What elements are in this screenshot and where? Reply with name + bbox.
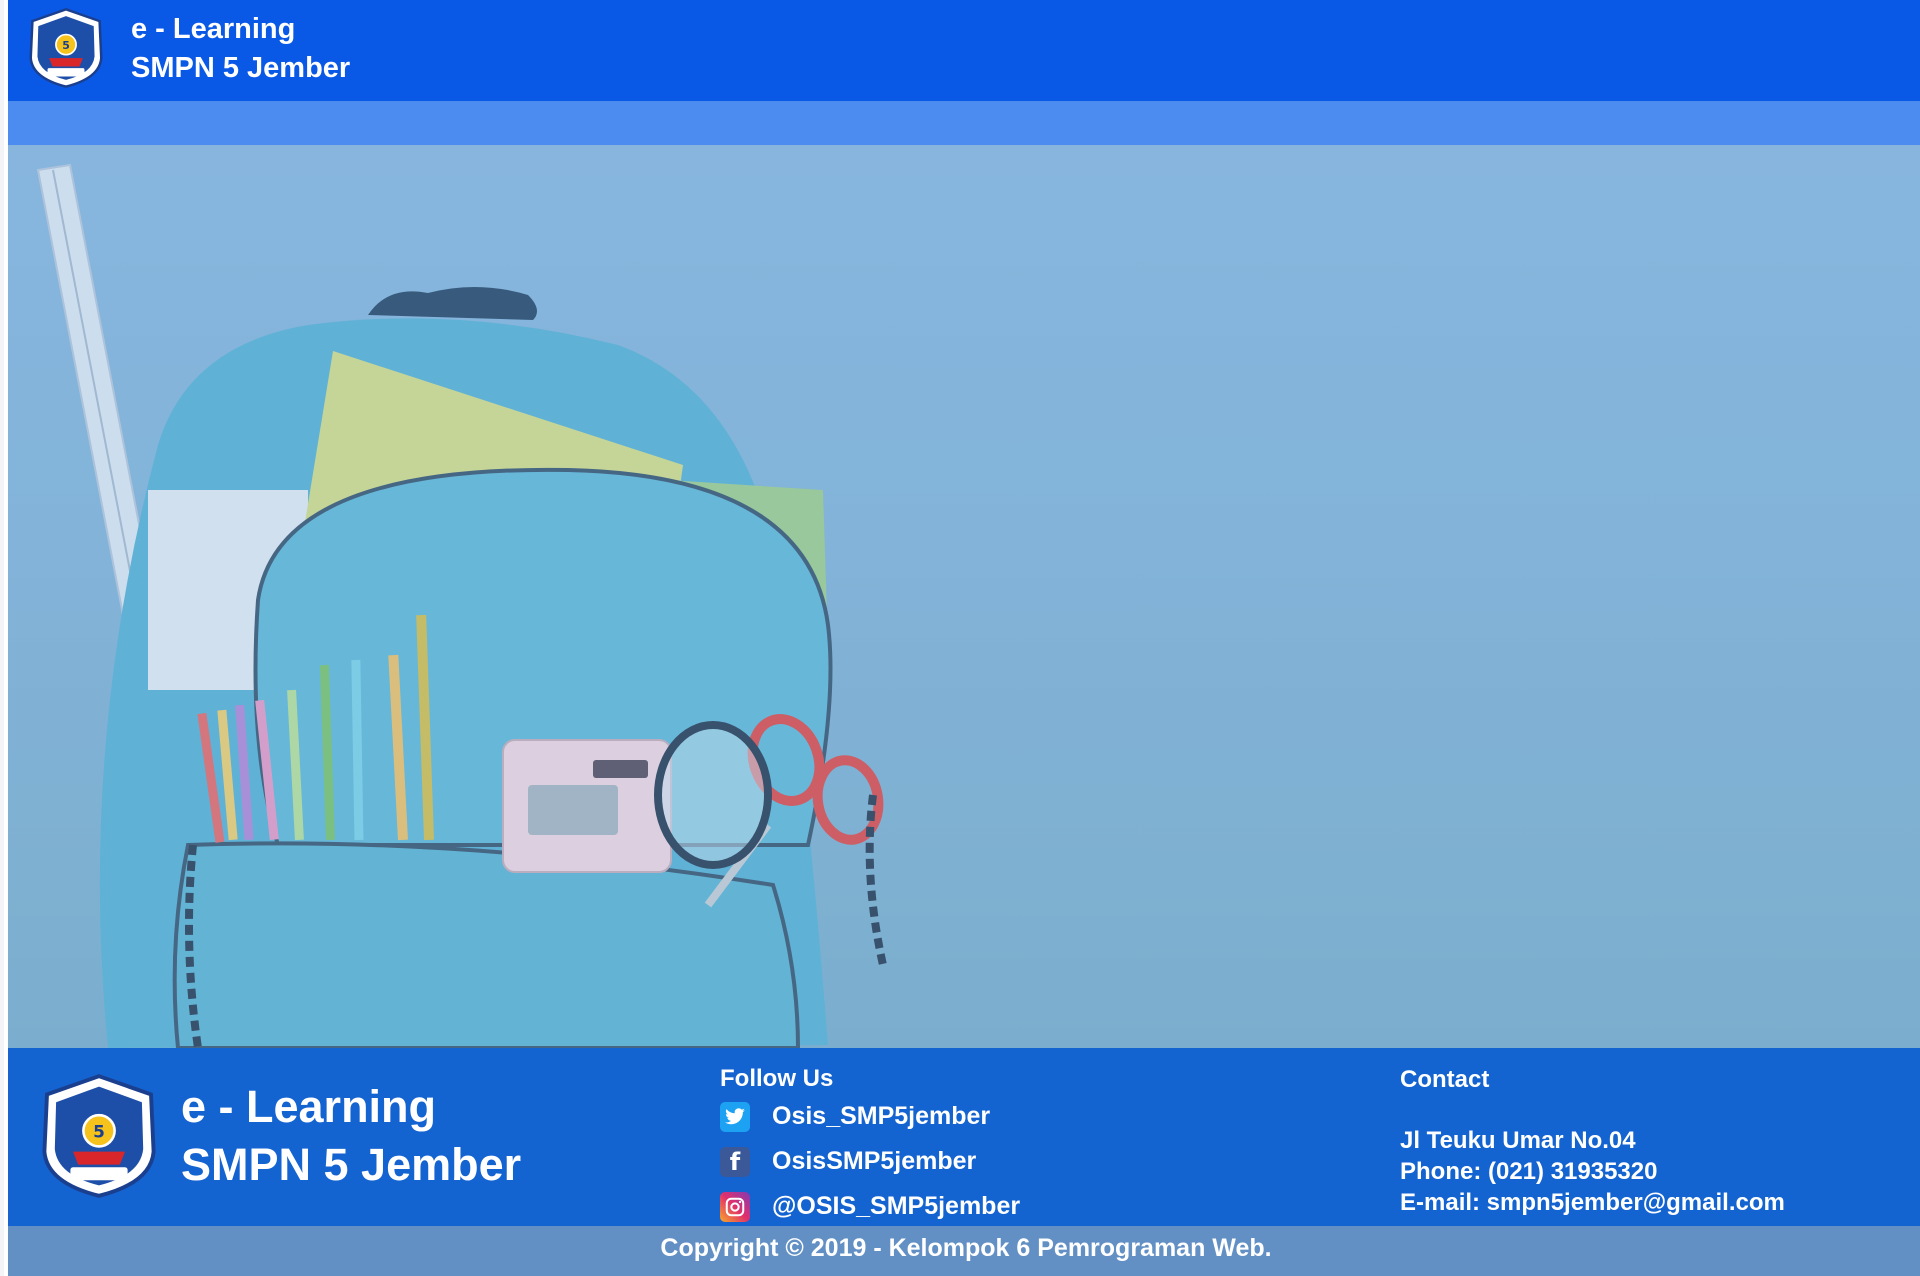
social-link-twitter[interactable]: Osis_SMP5jember: [720, 1094, 1020, 1139]
site-title[interactable]: e - Learning SMPN 5 Jember: [131, 10, 350, 88]
contact-section: Contact Jl Teuku Umar No.04 Phone: (021)…: [1400, 1065, 1785, 1218]
contact-heading: Contact: [1400, 1066, 1490, 1093]
follow-us-section: Follow Us Osis_SMP5jember f OsisSMP5jemb…: [720, 1064, 1020, 1229]
copyright-bar: Copyright © 2019 - Kelompok 6 Pemrograma…: [8, 1226, 1920, 1276]
contact-phone: Phone: (021) 31935320: [1400, 1158, 1658, 1185]
facebook-icon: f: [720, 1146, 750, 1177]
twitter-label: Osis_SMP5jember: [772, 1102, 991, 1130]
backpack-illustration: [8, 145, 1920, 1048]
twitter-icon: [720, 1101, 750, 1132]
social-link-instagram[interactable]: @OSIS_SMP5jember: [720, 1184, 1020, 1229]
hero-banner: [8, 145, 1920, 1048]
top-header: 5 e - Learning SMPN 5 Jember: [8, 0, 1920, 101]
instagram-icon: [720, 1191, 750, 1222]
school-logo[interactable]: 5: [24, 6, 108, 90]
contact-email[interactable]: E-mail: smpn5jember@gmail.com: [1400, 1187, 1785, 1218]
footer-title-line1: e - Learning: [181, 1081, 437, 1132]
page: 5 e - Learning SMPN 5 Jember 5 e - Learn…: [0, 0, 1920, 1276]
facebook-label: OsisSMP5jember: [772, 1147, 977, 1175]
footer: 5 e - Learning SMPN 5 Jember Follow Us O…: [8, 1048, 1920, 1226]
social-link-facebook[interactable]: f OsisSMP5jember: [720, 1139, 1020, 1184]
site-title-line2: SMPN 5 Jember: [131, 52, 351, 84]
svg-text:5: 5: [93, 1121, 105, 1141]
footer-school-logo: 5: [42, 1074, 156, 1198]
contact-address: Jl Teuku Umar No.04: [1400, 1127, 1636, 1154]
navigation-bar: [8, 101, 1920, 145]
copyright-text: Copyright © 2019 - Kelompok 6 Pemrograma…: [660, 1234, 1272, 1262]
follow-us-heading: Follow Us: [720, 1065, 834, 1092]
site-title-line1: e - Learning: [131, 13, 296, 45]
footer-title-line2: SMPN 5 Jember: [181, 1139, 522, 1190]
footer-title: e - Learning SMPN 5 Jember: [181, 1078, 521, 1194]
instagram-label: @OSIS_SMP5jember: [772, 1192, 1021, 1220]
svg-text:5: 5: [62, 39, 70, 52]
